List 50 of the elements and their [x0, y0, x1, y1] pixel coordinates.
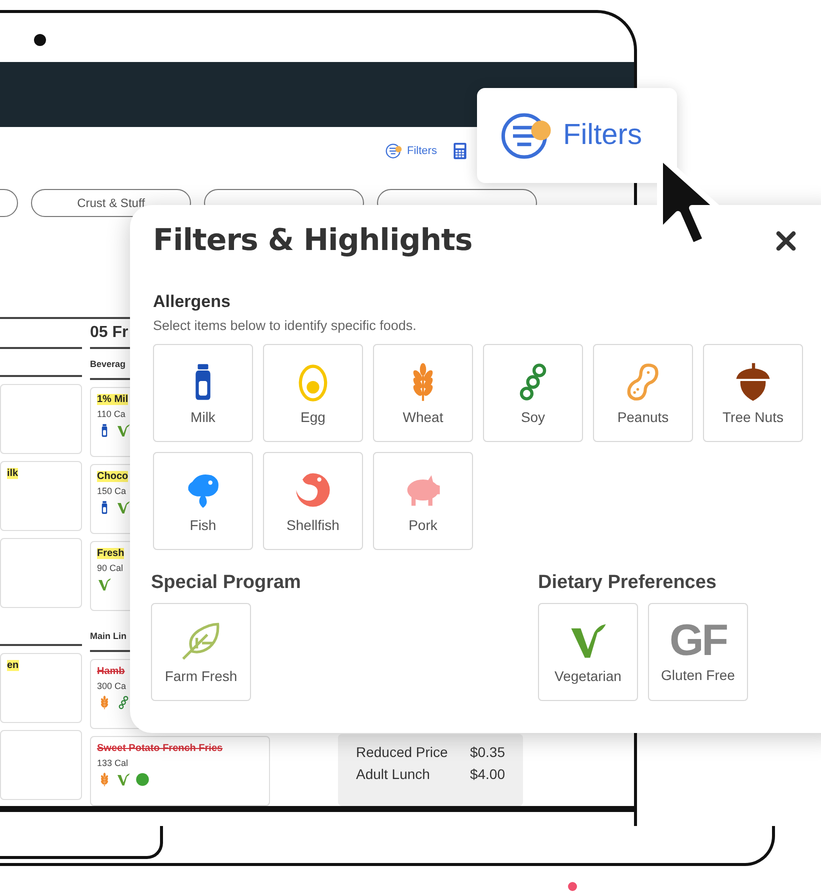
dot-mark	[568, 882, 577, 891]
calculator-icon	[450, 142, 469, 160]
calories: 133 Cal	[97, 758, 128, 768]
gluten-free-mark: GF	[669, 621, 727, 661]
soybean-icon	[116, 695, 131, 710]
calories: 150 Ca	[97, 486, 126, 496]
v-leaf-icon	[116, 500, 131, 515]
filter-list-icon	[385, 142, 403, 160]
filter-tile[interactable]: GF Gluten Free	[648, 603, 748, 701]
calories: 110 Ca	[97, 409, 126, 419]
menu-item-name: 1% Mil	[97, 394, 128, 405]
filter-tile[interactable]: Wheat	[373, 344, 473, 442]
menu-item-name: en	[7, 660, 19, 671]
menu-item-name: ilk	[7, 468, 18, 479]
menu-item-name: Fresh	[97, 548, 124, 559]
filter-tile[interactable]: Peanuts	[593, 344, 693, 442]
v-leaf-icon	[116, 772, 131, 787]
filter-tile[interactable]: Shellfish	[263, 452, 363, 550]
menu-item-name: Sweet Potato French Fries	[97, 743, 223, 754]
calories: 90 Cal	[97, 563, 124, 573]
price-value: $4.00	[470, 766, 505, 782]
filters-link[interactable]: Filters	[385, 142, 437, 160]
section-heading: Dietary Preferences	[538, 572, 718, 594]
price-label: Reduced Price	[356, 744, 448, 760]
section-heading: Special Program	[151, 572, 302, 594]
filter-tile[interactable]: Milk	[153, 344, 253, 442]
filter-tile[interactable]: Pork	[373, 452, 473, 550]
filter-tile[interactable]: Farm Fresh	[151, 603, 251, 701]
filter-tile[interactable]: Egg	[263, 344, 363, 442]
price-value: $0.35	[470, 744, 505, 760]
section-heading: Allergens	[153, 292, 232, 312]
menu-item-name: Hamb	[97, 666, 125, 677]
section-hint: Select items below to identify specific foods.	[153, 318, 418, 333]
dialog-title: Filters & Highlights	[153, 223, 472, 258]
filter-tile[interactable]: Soy	[483, 344, 583, 442]
v-leaf-icon	[116, 423, 131, 438]
menu-item-name: Choco	[97, 471, 128, 482]
day-header: 05 Fr	[90, 324, 128, 342]
filter-tile[interactable]: Vegetarian	[538, 603, 638, 701]
dot-icon	[135, 772, 150, 787]
filter-tile[interactable]: Fish	[153, 452, 253, 550]
price-label: Adult Lunch	[356, 766, 430, 782]
section-title: Beverag	[90, 359, 126, 369]
leaf-icon	[180, 620, 222, 662]
camera-dot	[34, 34, 46, 46]
filter-tile[interactable]: Tree Nuts	[703, 344, 803, 442]
section-title: Main Lin	[90, 631, 126, 641]
filters-button[interactable]: Filters	[477, 88, 677, 183]
v-leaf-icon	[97, 577, 112, 592]
calories: 300 Ca	[97, 681, 126, 691]
